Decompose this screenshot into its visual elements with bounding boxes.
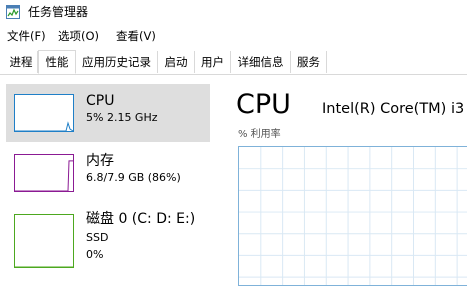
tab-bar: 进程 性能 应用历史记录 启动 用户 详细信息 服务 [0,50,467,75]
memory-thumbnail-graph [14,154,74,192]
graph-gridlines [239,147,467,285]
task-manager-icon [6,5,20,19]
window-title: 任务管理器 [28,5,89,19]
cpu-model-name: Intel(R) Core(TM) i3 [322,101,465,117]
sidebar-item-cpu[interactable]: CPU 5% 2.15 GHz [6,84,210,142]
cpu-thumbnail-graph [14,94,74,132]
disk-thumbnail-graph [14,214,74,268]
sidebar-item-title: 磁盘 0 (C: D: E:) [86,211,196,227]
sidebar-item-title: 内存 [86,153,114,169]
page-title: CPU [236,89,291,120]
menu-bar: 文件(F) 选项(O) 查看(V) [0,26,467,46]
sidebar-item-subtitle: 5% 2.15 GHz [86,111,158,124]
sidebar-item-subtitle2: 0% [86,248,104,261]
tab-details[interactable]: 详细信息 [231,51,291,73]
sidebar-item-title: CPU [86,93,115,109]
tab-services[interactable]: 服务 [291,51,327,73]
tab-startup[interactable]: 启动 [158,51,195,73]
tab-users[interactable]: 用户 [195,51,231,73]
cpu-detail-panel: CPU Intel(R) Core(TM) i3 % 利用率 [226,75,467,286]
sidebar-item-subtitle: 6.8/7.9 GB (86%) [86,171,181,184]
performance-sidebar: CPU 5% 2.15 GHz 内存 6.8/7.9 GB (86%) 磁盘 0… [0,75,218,278]
utilization-label: % 利用率 [238,129,281,140]
menu-options[interactable]: 选项(O) [58,28,99,44]
sidebar-item-subtitle: SSD [86,231,109,244]
menu-view[interactable]: 查看(V) [116,28,156,44]
tab-performance[interactable]: 性能 [38,50,76,74]
menu-file[interactable]: 文件(F) [7,28,46,44]
tab-processes[interactable]: 进程 [5,51,38,73]
sidebar-item-disk[interactable]: 磁盘 0 (C: D: E:) SSD 0% [6,204,210,276]
tab-app-history[interactable]: 应用历史记录 [76,51,158,73]
sidebar-item-memory[interactable]: 内存 6.8/7.9 GB (86%) [6,144,210,202]
title-bar: 任务管理器 [0,0,467,24]
cpu-utilization-graph [238,146,467,286]
